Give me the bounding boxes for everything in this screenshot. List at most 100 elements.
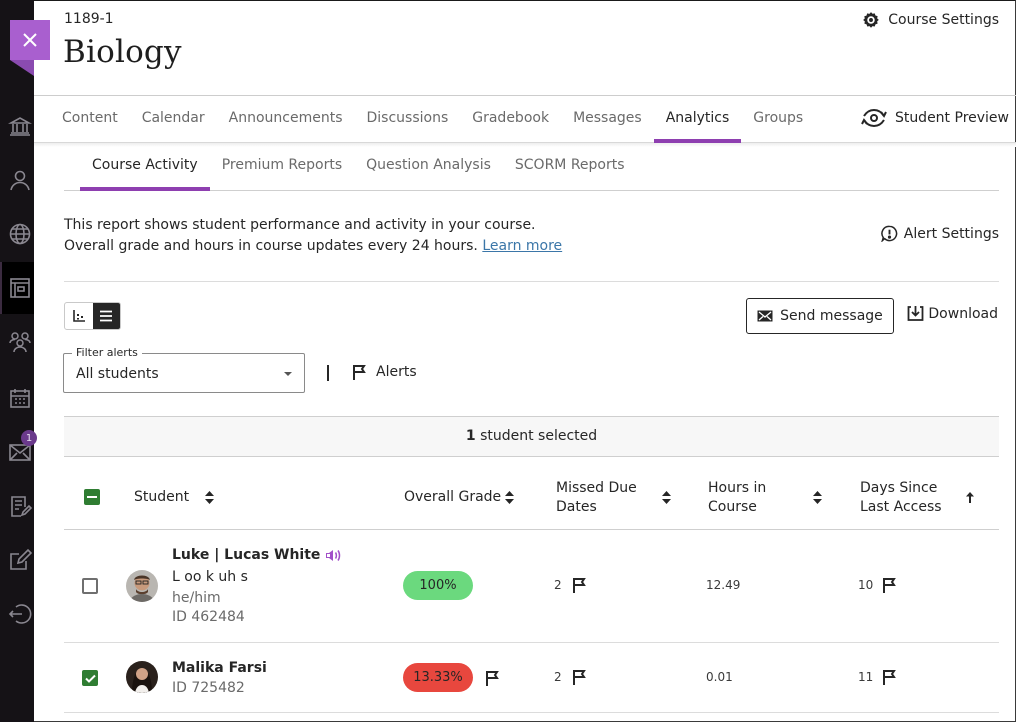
globe-icon[interactable] (8, 222, 32, 246)
flag-icon (573, 670, 586, 685)
days-since-access-value: 11 (858, 670, 874, 684)
checkmark-icon (84, 674, 96, 683)
tab-content[interactable]: Content (62, 96, 130, 143)
download-label: Download (928, 305, 998, 322)
avatar[interactable] (126, 661, 158, 693)
course-title: Biology (63, 34, 182, 70)
student-id: ID 725482 (172, 680, 245, 696)
tools-icon[interactable] (8, 548, 32, 572)
hours-in-course-value: 12.49 (706, 578, 741, 592)
pronunciation-audio-icon[interactable] (325, 549, 342, 562)
calendar-icon[interactable] (8, 386, 32, 410)
analytics-subnavigation: Course Activity Premium Reports Question… (64, 148, 999, 191)
table-row: Malika Farsi ID 725482 13.33% 2 0.01 11 (64, 643, 999, 713)
close-button-tail (10, 60, 34, 76)
chart-view-button[interactable] (65, 303, 93, 329)
column-label-line2: Course (708, 499, 757, 515)
institution-icon[interactable] (8, 114, 32, 138)
column-header-hours-in-course[interactable]: Hours in Course (708, 479, 766, 517)
student-display-name: Luke | Lucas White (172, 547, 321, 563)
alerts-button[interactable]: Alerts (352, 364, 417, 380)
course-settings-label: Course Settings (888, 12, 999, 28)
course-settings-button[interactable]: Course Settings (862, 11, 999, 29)
student-name[interactable]: Malika Farsi (172, 660, 267, 676)
name-pronunciation: L oo k uh s (172, 569, 248, 585)
grades-icon[interactable] (8, 494, 32, 518)
sign-out-icon[interactable] (8, 602, 32, 626)
indeterminate-icon (87, 496, 97, 498)
subtab-scorm-reports[interactable]: SCORM Reports (503, 148, 637, 190)
overall-grade-pill[interactable]: 13.33% (403, 663, 473, 692)
filter-alerts-value: All students (76, 366, 159, 382)
courses-icon[interactable] (8, 276, 32, 300)
alert-settings-label: Alert Settings (903, 225, 999, 242)
sort-icon[interactable] (205, 491, 214, 504)
tab-announcements[interactable]: Announcements (217, 96, 355, 143)
student-preview-button[interactable]: Student Preview (861, 108, 1009, 128)
column-label: Student (134, 489, 190, 505)
chevron-down-icon (284, 372, 292, 376)
overall-grade-pill[interactable]: 100% (403, 571, 473, 600)
row-checkbox[interactable] (82, 578, 98, 594)
alert-settings-icon (881, 225, 898, 242)
tab-gradebook[interactable]: Gradebook (460, 96, 561, 143)
flag-icon (883, 578, 896, 593)
divider (64, 281, 999, 282)
subtab-question-analysis[interactable]: Question Analysis (354, 148, 503, 190)
messages-unread-badge: 1 (21, 430, 37, 446)
selection-text: student selected (480, 428, 598, 444)
nav-shadow (34, 143, 1016, 147)
send-message-label: Send message (780, 308, 883, 324)
column-header-overall-grade[interactable]: Overall Grade (404, 488, 501, 507)
student-name[interactable]: Luke | Lucas White (172, 547, 342, 563)
view-toggle (64, 302, 121, 330)
list-view-button[interactable] (92, 303, 120, 329)
hours-in-course-value: 0.01 (706, 670, 733, 684)
column-label-line1: Missed Due (556, 480, 637, 496)
description-line-1: This report shows student performance an… (64, 217, 536, 233)
missed-due-dates-value: 2 (554, 670, 562, 684)
student-preview-icon (861, 108, 887, 128)
tab-analytics[interactable]: Analytics (653, 96, 742, 143)
flag-icon (353, 365, 366, 380)
learn-more-link[interactable]: Learn more (482, 238, 562, 254)
selection-status-bar: 1 student selected (64, 416, 999, 457)
scatter-chart-icon (72, 310, 85, 322)
envelope-icon (757, 310, 773, 322)
column-header-days-since-last-access[interactable]: Days Since Last Access (860, 479, 942, 517)
sort-icon[interactable] (505, 491, 514, 504)
subtab-premium-reports[interactable]: Premium Reports (210, 148, 354, 190)
tab-calendar[interactable]: Calendar (130, 96, 217, 143)
download-button[interactable]: Download (907, 305, 998, 322)
tab-discussions[interactable]: Discussions (355, 96, 461, 143)
groups-icon[interactable] (8, 330, 32, 354)
selection-count: 1 (465, 428, 476, 444)
sort-icon[interactable] (662, 491, 671, 504)
profile-icon[interactable] (8, 168, 32, 192)
filter-alerts-select[interactable]: Filter alerts All students (63, 346, 305, 393)
row-checkbox[interactable] (82, 670, 98, 686)
table-row: Luke | Lucas White L oo k uh s he/him ID… (64, 530, 999, 643)
select-all-checkbox[interactable] (84, 489, 100, 505)
sort-icon[interactable] (813, 491, 822, 504)
column-label-line2: Dates (556, 499, 597, 515)
missed-due-dates-value: 2 (554, 578, 562, 592)
close-course-button[interactable] (10, 20, 50, 60)
close-icon (23, 33, 37, 47)
sort-ascending-icon[interactable] (966, 492, 974, 503)
student-display-name: Malika Farsi (172, 660, 267, 676)
tab-groups[interactable]: Groups (741, 96, 815, 143)
days-since-access-value: 10 (858, 578, 874, 592)
subtab-course-activity[interactable]: Course Activity (80, 148, 210, 191)
column-header-missed-due-dates[interactable]: Missed Due Dates (556, 479, 637, 517)
column-header-student[interactable]: Student (134, 488, 189, 507)
table-header: Student Overall Grade Missed Due Dates H… (64, 457, 999, 530)
avatar[interactable] (126, 570, 158, 602)
send-message-button[interactable]: Send message (746, 298, 894, 334)
alert-settings-button[interactable]: Alert Settings (881, 225, 999, 242)
tab-messages[interactable]: Messages (561, 96, 654, 143)
flag-icon (573, 578, 586, 593)
student-id: ID 462484 (172, 609, 245, 625)
course-id: 1189-1 (64, 11, 114, 27)
column-label: Overall Grade (404, 489, 502, 505)
